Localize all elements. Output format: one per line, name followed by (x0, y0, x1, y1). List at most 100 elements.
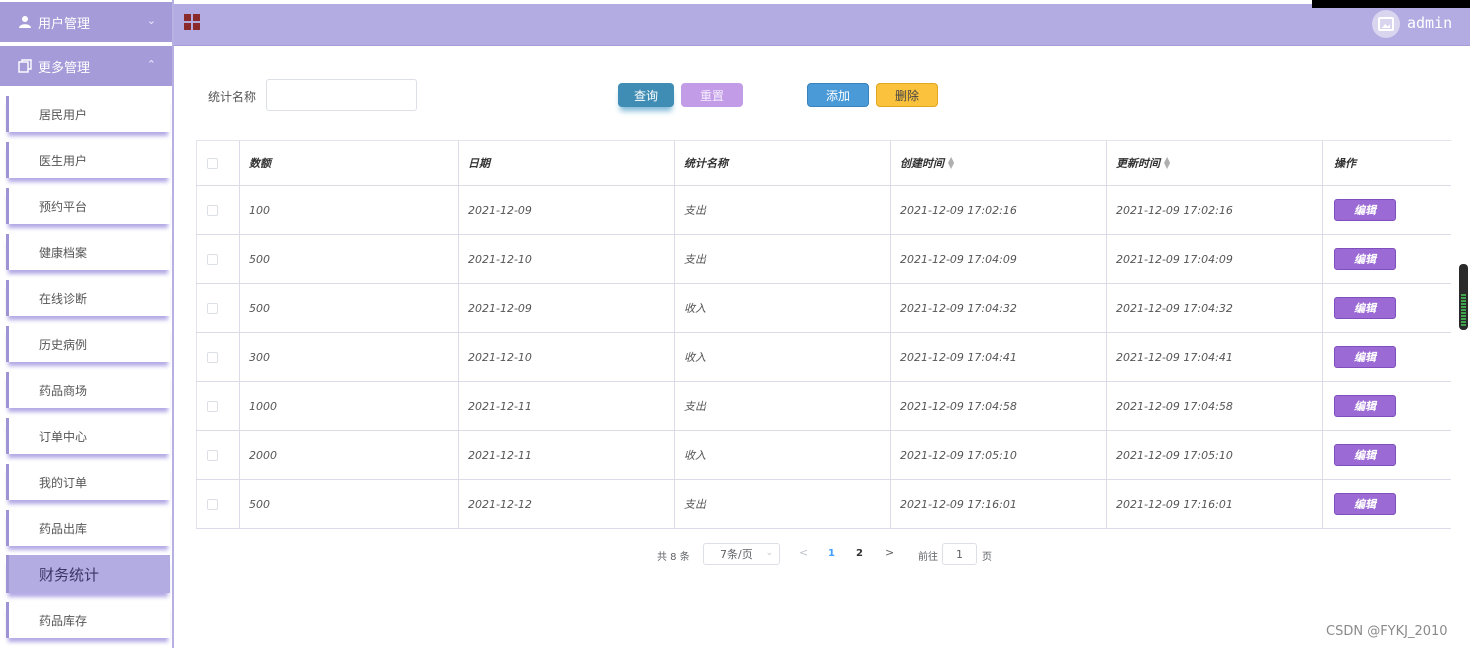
username[interactable]: admin (1407, 14, 1452, 32)
edit-button[interactable]: 编辑 (1334, 395, 1396, 417)
page-size-select[interactable]: 7条/页 ⌄ (703, 543, 780, 565)
cell-name: 收入 (674, 284, 890, 332)
column-header-sortable[interactable]: 创建时间 ▲ ▼ (890, 141, 1106, 185)
menu-group-label: 用户管理 (38, 16, 91, 32)
cell-name: 支出 (674, 382, 890, 430)
sort-icon[interactable]: ▲ ▼ (948, 156, 954, 170)
cell-amount: 100 (239, 186, 458, 234)
sidebar-item-health-records[interactable]: 健康档案 (6, 234, 170, 270)
row-checkbox[interactable] (207, 400, 218, 412)
cell-actions: 编辑 (1322, 284, 1451, 332)
query-button[interactable]: 查询 (618, 83, 674, 107)
prev-page-icon[interactable]: < (799, 546, 808, 559)
sidebar-item-drug-inventory[interactable]: 药品库存 (6, 602, 170, 638)
cell-amount: 1000 (239, 382, 458, 430)
cell-text: 2021-12-09 17:04:32 (1116, 301, 1233, 315)
cell-date: 2021-12-11 (458, 431, 674, 479)
cell-created: 2021-12-09 17:04:09 (890, 235, 1106, 283)
sidebar-item-label: 医生用户 (39, 153, 88, 168)
reset-button[interactable]: 重置 (681, 83, 743, 107)
cell-text: 2021-12-12 (468, 497, 532, 511)
cell-name: 收入 (674, 431, 890, 479)
sidebar-item-online-diagnosis[interactable]: 在线诊断 (6, 280, 170, 316)
page-number[interactable]: 2 (856, 548, 863, 559)
select-all-checkbox[interactable] (207, 157, 218, 169)
cell-created: 2021-12-09 17:04:41 (890, 333, 1106, 381)
cell-updated: 2021-12-09 17:04:09 (1106, 235, 1322, 283)
column-header: 统计名称 (674, 141, 890, 185)
edit-button[interactable]: 编辑 (1334, 297, 1396, 319)
edit-button[interactable]: 编辑 (1334, 493, 1396, 515)
cell-text: 支出 (684, 400, 706, 413)
cell-created: 2021-12-09 17:16:01 (890, 480, 1106, 528)
search-input[interactable] (266, 79, 417, 111)
row-checkbox[interactable] (207, 302, 218, 314)
cell-amount: 2000 (239, 431, 458, 479)
row-checkbox[interactable] (207, 253, 218, 265)
cell-text: 2021-12-09 17:04:32 (900, 301, 1017, 315)
data-table: 数额 日期 统计名称 创建时间 ▲ ▼ 更新时间 ▲ ▼ 操作 100 2021-12-0… (196, 140, 1451, 529)
menu-group-label: 更多管理 (38, 60, 91, 76)
table-row: 500 2021-12-12 支出 2021-12-09 17:16:01 2021-1… (196, 480, 1451, 529)
scrollbar-thumb[interactable] (1459, 264, 1468, 330)
cell-date: 2021-12-10 (458, 333, 674, 381)
page-number[interactable]: 1 (828, 548, 835, 559)
next-page-icon[interactable]: > (885, 546, 894, 559)
edit-button[interactable]: 编辑 (1334, 444, 1396, 466)
cell-actions: 编辑 (1322, 333, 1451, 381)
sidebar-item-label: 健康档案 (39, 245, 88, 260)
cell-created: 2021-12-09 17:05:10 (890, 431, 1106, 479)
table-row: 300 2021-12-10 收入 2021-12-09 17:04:41 2021-1… (196, 333, 1451, 382)
table-row: 1000 2021-12-11 支出 2021-12-09 17:04:58 2021-… (196, 382, 1451, 431)
cell-date: 2021-12-12 (458, 480, 674, 528)
sort-icon[interactable]: ▲ ▼ (1164, 156, 1170, 170)
edit-button[interactable]: 编辑 (1334, 199, 1396, 221)
cell-text: 2021-12-09 17:04:41 (900, 350, 1017, 364)
image-icon (1378, 17, 1394, 31)
row-checkbox[interactable] (207, 204, 218, 216)
cell-text: 2021-12-09 17:05:10 (1116, 448, 1233, 462)
table-row: 500 2021-12-10 支出 2021-12-09 17:04:09 2021-1… (196, 235, 1451, 284)
sidebar-item-order-center[interactable]: 订单中心 (6, 418, 170, 454)
edit-button[interactable]: 编辑 (1334, 346, 1396, 368)
row-checkbox[interactable] (207, 498, 218, 510)
menu-group-user-management[interactable]: 用户管理 ⌄ (0, 2, 172, 42)
row-checkbox[interactable] (207, 351, 218, 363)
delete-button[interactable]: 删除 (876, 83, 938, 107)
cell-text: 500 (249, 301, 270, 315)
sidebar: 用户管理 ⌄ 更多管理 ⌃ 居民用户 医生用户 预约平台 健康档案 在线诊断 历… (0, 0, 174, 648)
sidebar-item-drug-mall[interactable]: 药品商场 (6, 372, 170, 408)
table-header-row: 数额 日期 统计名称 创建时间 ▲ ▼ 更新时间 ▲ ▼ 操作 (196, 141, 1451, 186)
table-row: 100 2021-12-09 支出 2021-12-09 17:02:16 2021-1… (196, 186, 1451, 235)
goto-page-input[interactable]: 1 (942, 543, 977, 565)
sidebar-item-finance-stats[interactable]: 财务统计 (6, 555, 170, 593)
cell-updated: 2021-12-09 17:02:16 (1106, 186, 1322, 234)
sidebar-item-history-cases[interactable]: 历史病例 (6, 326, 170, 362)
sidebar-item-label: 历史病例 (39, 337, 88, 352)
table-row: 500 2021-12-09 收入 2021-12-09 17:04:32 2021-1… (196, 284, 1451, 333)
cell-text: 支出 (684, 253, 706, 266)
cell-actions: 编辑 (1322, 431, 1451, 479)
cell-text: 300 (249, 350, 270, 364)
grid-icon[interactable] (184, 14, 202, 32)
pagination-total: 共 8 条 (657, 552, 690, 563)
add-button[interactable]: 添加 (807, 83, 869, 107)
column-header: 日期 (458, 141, 674, 185)
top-bar: admin (174, 4, 1470, 46)
sidebar-item-appointments[interactable]: 预约平台 (6, 188, 170, 224)
sidebar-item-residents[interactable]: 居民用户 (6, 96, 170, 132)
sidebar-item-label: 我的订单 (39, 475, 88, 490)
cell-text: 收入 (684, 351, 706, 364)
avatar[interactable] (1372, 10, 1400, 38)
edit-button[interactable]: 编辑 (1334, 248, 1396, 270)
column-header-sortable[interactable]: 更新时间 ▲ ▼ (1106, 141, 1322, 185)
sidebar-item-drug-outbound[interactable]: 药品出库 (6, 510, 170, 546)
row-checkbox[interactable] (207, 449, 218, 461)
cell-created: 2021-12-09 17:04:58 (890, 382, 1106, 430)
sidebar-item-label: 订单中心 (39, 429, 88, 444)
sidebar-item-my-orders[interactable]: 我的订单 (6, 464, 170, 500)
cell-actions: 编辑 (1322, 186, 1451, 234)
menu-group-more-management[interactable]: 更多管理 ⌃ (0, 46, 172, 86)
column-header-label: 统计名称 (684, 157, 728, 170)
sidebar-item-doctors[interactable]: 医生用户 (6, 142, 170, 178)
